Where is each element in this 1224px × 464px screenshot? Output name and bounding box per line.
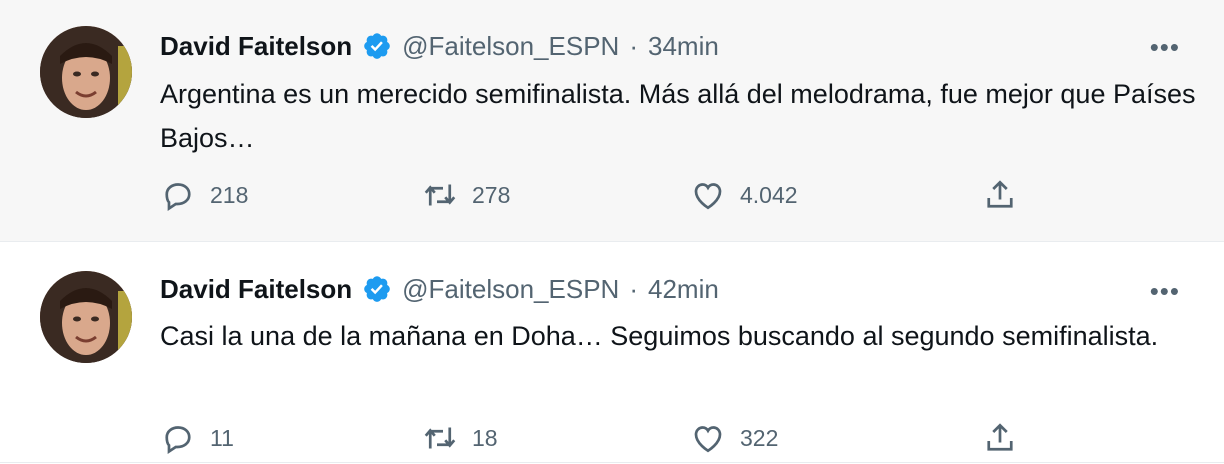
- tweet[interactable]: David Faitelson @Faitelson_ESPN · 34min …: [0, 0, 1224, 242]
- like-icon: [694, 183, 722, 210]
- avatar[interactable]: [40, 271, 132, 363]
- verified-badge-icon: [364, 33, 390, 59]
- share-icon: [987, 180, 1013, 208]
- tweet-time[interactable]: 34min: [648, 28, 719, 64]
- retweet-icon: [424, 184, 456, 206]
- more-icon[interactable]: •••: [1150, 32, 1180, 63]
- reply-button[interactable]: 218: [160, 177, 248, 213]
- share-button[interactable]: [982, 420, 1018, 456]
- author-name[interactable]: David Faitelson: [160, 271, 352, 307]
- tweet-actions: 11 18 322: [160, 420, 1060, 464]
- like-count: 4.042: [740, 181, 798, 208]
- like-count: 322: [740, 424, 779, 451]
- reply-count: 218: [210, 181, 249, 208]
- more-icon[interactable]: •••: [1150, 276, 1180, 307]
- separator-dot: ·: [629, 31, 638, 61]
- tweet-header: David Faitelson @Faitelson_ESPN · 34min: [160, 28, 719, 64]
- tweet-time[interactable]: 42min: [648, 271, 719, 307]
- separator-dot: ·: [629, 274, 638, 304]
- share-icon: [987, 423, 1013, 451]
- retweet-count: 18: [472, 424, 498, 451]
- like-button[interactable]: 322: [690, 420, 778, 456]
- tweet-header: David Faitelson @Faitelson_ESPN · 42min: [160, 271, 719, 307]
- like-button[interactable]: 4.042: [690, 177, 798, 213]
- author-handle[interactable]: @Faitelson_ESPN: [402, 28, 619, 64]
- reply-button[interactable]: 11: [160, 420, 234, 456]
- tweet-text: Argentina es un merecido semifinalista. …: [160, 79, 1196, 153]
- reply-icon: [165, 183, 191, 212]
- tweet[interactable]: David Faitelson @Faitelson_ESPN · 42min …: [0, 242, 1224, 463]
- retweet-count: 278: [472, 181, 511, 208]
- like-icon: [694, 426, 722, 453]
- avatar[interactable]: [40, 26, 132, 118]
- author-name[interactable]: David Faitelson: [160, 28, 352, 64]
- retweet-button[interactable]: 278: [422, 177, 510, 213]
- author-handle[interactable]: @Faitelson_ESPN: [402, 271, 619, 307]
- retweet-button[interactable]: 18: [422, 420, 498, 456]
- reply-icon: [165, 426, 191, 455]
- retweet-icon: [424, 427, 456, 449]
- verified-badge-icon: [364, 276, 390, 302]
- reply-count: 11: [210, 424, 234, 451]
- share-button[interactable]: [982, 177, 1018, 213]
- tweet-text: Casi la una de la mañana en Doha… Seguim…: [160, 321, 1159, 351]
- tweet-actions: 218 278 4.042: [160, 177, 1060, 221]
